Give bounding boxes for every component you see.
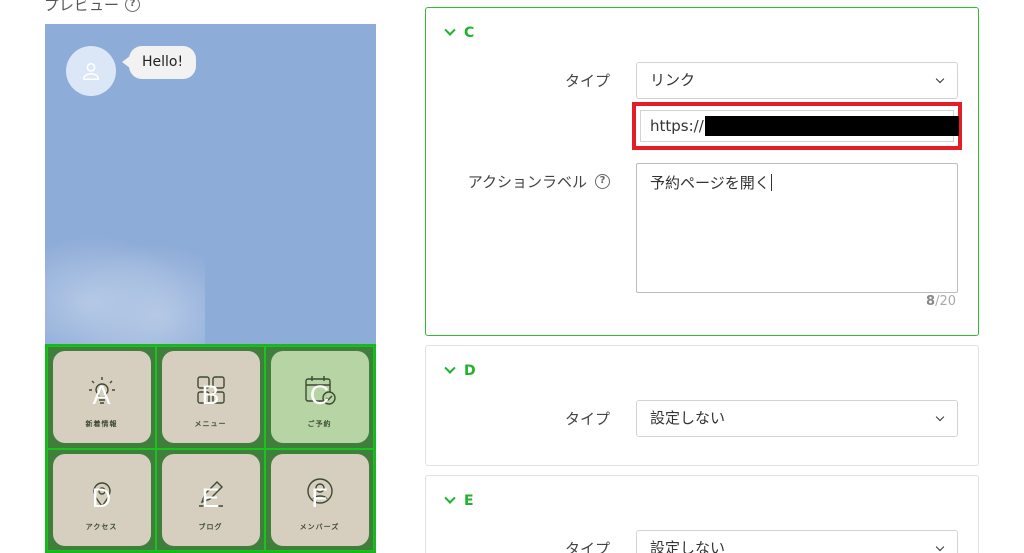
area-letter: A xyxy=(92,380,111,411)
panel-header-label: E xyxy=(464,493,474,509)
chevron-down-icon xyxy=(935,74,945,84)
help-icon[interactable]: ? xyxy=(595,174,610,189)
panel-header-c[interactable]: C xyxy=(444,24,475,41)
char-count-max: /20 xyxy=(935,294,956,309)
action-label-value: 予約ページを開く xyxy=(650,174,770,192)
type-select[interactable]: 設定しない xyxy=(636,530,958,553)
type-select[interactable]: リンク xyxy=(636,62,958,99)
type-select[interactable]: 設定しない xyxy=(636,400,958,437)
rich-menu-area-d[interactable]: アクセス D xyxy=(47,448,156,551)
chevron-down-icon xyxy=(935,542,945,552)
rich-menu-area-f[interactable]: メンバーズ F xyxy=(265,448,374,551)
area-panel-d: D タイプ 設定しない xyxy=(425,345,979,466)
help-icon[interactable]: ? xyxy=(125,0,141,12)
preview-title-text: プレビュー xyxy=(44,0,120,14)
rich-menu-label: アクセス xyxy=(85,522,118,531)
type-select-value: リンク xyxy=(650,71,696,89)
panel-header-d[interactable]: D xyxy=(444,362,476,379)
area-letter: F xyxy=(311,482,328,513)
cloud-decoration xyxy=(45,224,205,354)
chat-bubble: Hello! xyxy=(121,46,197,79)
area-letter: D xyxy=(91,482,112,513)
type-label: タイプ xyxy=(564,410,610,428)
char-counter: 8/20 xyxy=(926,294,956,309)
area-letter: B xyxy=(201,380,220,411)
action-label-input[interactable]: 予約ページを開く xyxy=(636,163,958,293)
chevron-down-icon xyxy=(444,492,456,504)
rich-menu: 新着情報 A メニュー B ご予約 C アクセス D ブログ E メンバーズ F xyxy=(45,344,376,553)
rich-menu-area-e[interactable]: ブログ E xyxy=(156,448,265,551)
type-label: タイプ xyxy=(564,72,610,90)
type-label: タイプ xyxy=(564,540,610,553)
area-panel-c: C タイプ リンク https:// アクションラベル ? 予約ページを開く 8… xyxy=(425,7,979,336)
chevron-down-icon xyxy=(444,362,456,374)
action-label: アクションラベル xyxy=(467,173,587,191)
panel-header-e[interactable]: E xyxy=(444,492,474,509)
rich-menu-label: メンバーズ xyxy=(299,522,340,531)
avatar xyxy=(66,46,116,96)
preview-title: プレビュー ? xyxy=(44,0,141,15)
rich-menu-area-c[interactable]: ご予約 C xyxy=(265,346,374,449)
url-value: https:// xyxy=(650,117,704,135)
action-label-row: アクションラベル ? xyxy=(468,171,610,192)
rich-menu-area-b[interactable]: メニュー B xyxy=(156,346,265,449)
char-count-current: 8 xyxy=(926,294,936,309)
type-select-value: 設定しない xyxy=(650,409,726,427)
area-panel-e: E タイプ 設定しない xyxy=(425,475,979,553)
rich-menu-area-a[interactable]: 新着情報 A xyxy=(47,346,156,449)
url-input[interactable]: https:// xyxy=(640,110,959,142)
redaction-bar xyxy=(705,116,959,136)
rich-menu-label: メニュー xyxy=(194,420,227,429)
area-letter: C xyxy=(309,380,330,411)
chevron-down-icon xyxy=(935,412,945,422)
url-highlight: https:// xyxy=(632,102,962,150)
rich-menu-label: 新着情報 xyxy=(85,420,118,429)
chevron-down-icon xyxy=(444,24,456,36)
text-caret xyxy=(770,174,772,191)
rich-menu-label: ブログ xyxy=(198,522,223,531)
area-letter: E xyxy=(201,482,220,513)
type-select-value: 設定しない xyxy=(650,539,726,553)
panel-header-label: D xyxy=(464,363,476,379)
panel-header-label: C xyxy=(464,25,475,41)
chat-preview: Hello! 新着情報 A メニュー B ご予約 C アクセス D ブログ E … xyxy=(45,24,376,553)
user-icon xyxy=(82,62,100,80)
rich-menu-label: ご予約 xyxy=(307,420,332,429)
